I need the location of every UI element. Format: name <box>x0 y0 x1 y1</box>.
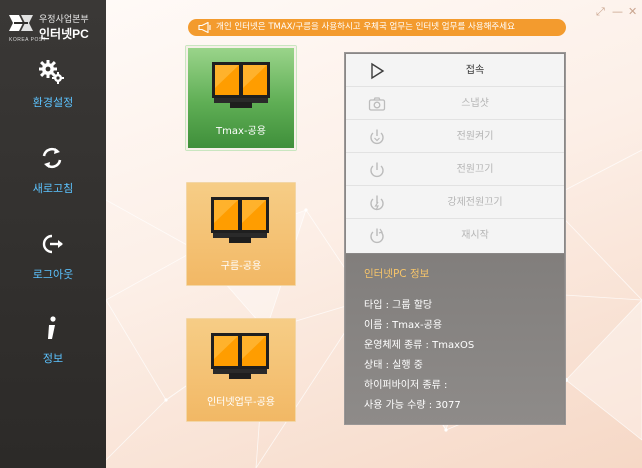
action-label: 전원켜기 <box>456 131 494 142</box>
notice-text: 개인 인터넷은 TMAX/구름을 사용하시고 우체국 업무는 인터넷 업무를 사… <box>216 22 515 32</box>
info-type: 타입 : 그룹 할당 <box>364 300 433 311</box>
info-title: 인터넷PC 정보 <box>364 268 430 280</box>
snapshot-button[interactable]: 스냅샷 <box>346 87 564 120</box>
power-on-icon <box>370 129 384 145</box>
brand-logo: KOREA POST 우정사업본부 인터넷PC <box>6 10 106 46</box>
logout-icon <box>42 234 63 254</box>
restore-button[interactable]: ⤢ <box>596 6 605 18</box>
info-icon <box>48 316 56 339</box>
force-power-off-button[interactable]: 강제전원끄기 <box>346 186 564 219</box>
dual-monitor-icon <box>211 333 269 379</box>
minimize-button[interactable]: — <box>612 6 623 18</box>
sidebar-item-settings[interactable]: 환경설정 <box>0 58 106 128</box>
action-label: 접속 <box>465 65 485 76</box>
camera-icon <box>368 97 386 111</box>
info-status: 상태 : 실행 중 <box>364 360 423 371</box>
action-label: 재시작 <box>461 230 489 241</box>
main-area: ⤢ — ✕ 개인 인터넷은 TMAX/구름을 사용하시고 우체국 업무는 인터넷… <box>106 0 642 468</box>
power-off-icon <box>370 162 384 178</box>
force-power-off-icon <box>370 195 384 211</box>
restart-icon <box>370 228 384 244</box>
notice-banner: 개인 인터넷은 TMAX/구름을 사용하시고 우체국 업무는 인터넷 업무를 사… <box>188 19 566 36</box>
play-icon <box>371 62 385 80</box>
sidebar-item-info[interactable]: 정보 <box>0 314 106 384</box>
action-list: 접속 스냅샷 전원켜기 전원끄기 강제전원끄기 재시작 <box>346 54 564 253</box>
tile-label: 구름-공용 <box>220 261 262 272</box>
brand-title: 인터넷PC <box>39 27 89 41</box>
info-os: 운영체제 종류 : TmaxOS <box>364 340 475 351</box>
vm-control-panel: 접속 스냅샷 전원켜기 전원끄기 강제전원끄기 재시작 인터넷PC 정보 타입 … <box>344 52 566 425</box>
brand-org: 우정사업본부 <box>39 14 89 24</box>
vm-tile-tmax[interactable]: Tmax-공용 <box>186 46 296 150</box>
vm-tile-internet-work[interactable]: 인터넷업무-공용 <box>186 318 296 422</box>
refresh-icon <box>42 147 62 169</box>
connect-button[interactable]: 접속 <box>346 54 564 87</box>
close-button[interactable]: ✕ <box>628 6 637 18</box>
info-name: 이름 : Tmax-공용 <box>364 320 443 331</box>
sidebar: KOREA POST 우정사업본부 인터넷PC 환경설정 새로고침 로그아웃 정… <box>0 0 106 468</box>
restart-button[interactable]: 재시작 <box>346 219 564 252</box>
info-available: 사용 가능 수량 : 3077 <box>364 400 461 411</box>
sidebar-item-refresh[interactable]: 새로고침 <box>0 144 106 214</box>
sidebar-item-logout[interactable]: 로그아웃 <box>0 230 106 300</box>
info-hypervisor: 하이퍼바이저 종류 : <box>364 380 448 391</box>
gears-icon <box>39 60 64 84</box>
sidebar-item-label: 정보 <box>42 352 64 365</box>
tile-label: 인터넷업무-공용 <box>206 397 275 408</box>
power-on-button[interactable]: 전원켜기 <box>346 120 564 153</box>
dual-monitor-icon <box>212 62 270 108</box>
power-off-button[interactable]: 전원끄기 <box>346 153 564 186</box>
vm-tile-gureum[interactable]: 구름-공용 <box>186 182 296 286</box>
sidebar-item-label: 새로고침 <box>32 182 74 195</box>
vm-info-section: 인터넷PC 정보 타입 : 그룹 할당 이름 : Tmax-공용 운영체제 종류… <box>346 254 564 424</box>
action-label: 강제전원끄기 <box>447 197 503 208</box>
dual-monitor-icon <box>211 197 269 243</box>
action-label: 전원끄기 <box>456 164 494 175</box>
tile-label: Tmax-공용 <box>216 126 266 137</box>
megaphone-icon <box>198 22 211 33</box>
sidebar-item-label: 환경설정 <box>32 96 74 109</box>
korea-post-logo-icon <box>9 15 33 31</box>
action-label: 스냅샷 <box>461 98 489 109</box>
sidebar-item-label: 로그아웃 <box>32 268 74 281</box>
